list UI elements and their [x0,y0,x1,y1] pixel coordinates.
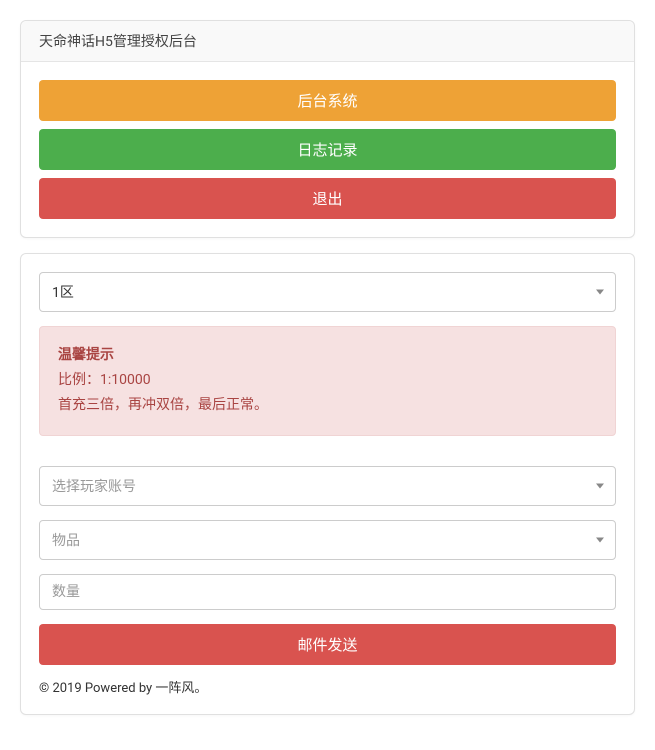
zone-select[interactable]: 1区 [39,272,616,312]
nav-body: 后台系统 日志记录 退出 [21,62,634,237]
item-select[interactable]: 物品 [39,520,616,560]
system-button[interactable]: 后台系统 [39,80,616,121]
zone-select-wrap: 1区 [39,272,616,312]
item-select-wrap: 物品 [39,520,616,560]
page-title: 天命神话H5管理授权后台 [21,21,634,62]
logout-button[interactable]: 退出 [39,178,616,219]
log-button[interactable]: 日志记录 [39,129,616,170]
send-mail-button[interactable]: 邮件发送 [39,624,616,665]
alert-title: 温馨提示 [58,343,597,368]
form-body: 1区 温馨提示 比例：1:10000 首充三倍，再冲双倍，最后正常。 选择玩家账… [21,254,634,714]
player-select[interactable]: 选择玩家账号 [39,466,616,506]
alert-line1: 比例：1:10000 [58,372,151,388]
footer-text: © 2019 Powered by 一阵风。 [39,677,616,696]
header-card: 天命神话H5管理授权后台 后台系统 日志记录 退出 [20,20,635,238]
alert-line2: 首充三倍，再冲双倍，最后正常。 [58,397,268,413]
tip-alert: 温馨提示 比例：1:10000 首充三倍，再冲双倍，最后正常。 [39,326,616,436]
quantity-input[interactable] [39,574,616,610]
player-select-wrap: 选择玩家账号 [39,466,616,506]
form-card: 1区 温馨提示 比例：1:10000 首充三倍，再冲双倍，最后正常。 选择玩家账… [20,253,635,715]
